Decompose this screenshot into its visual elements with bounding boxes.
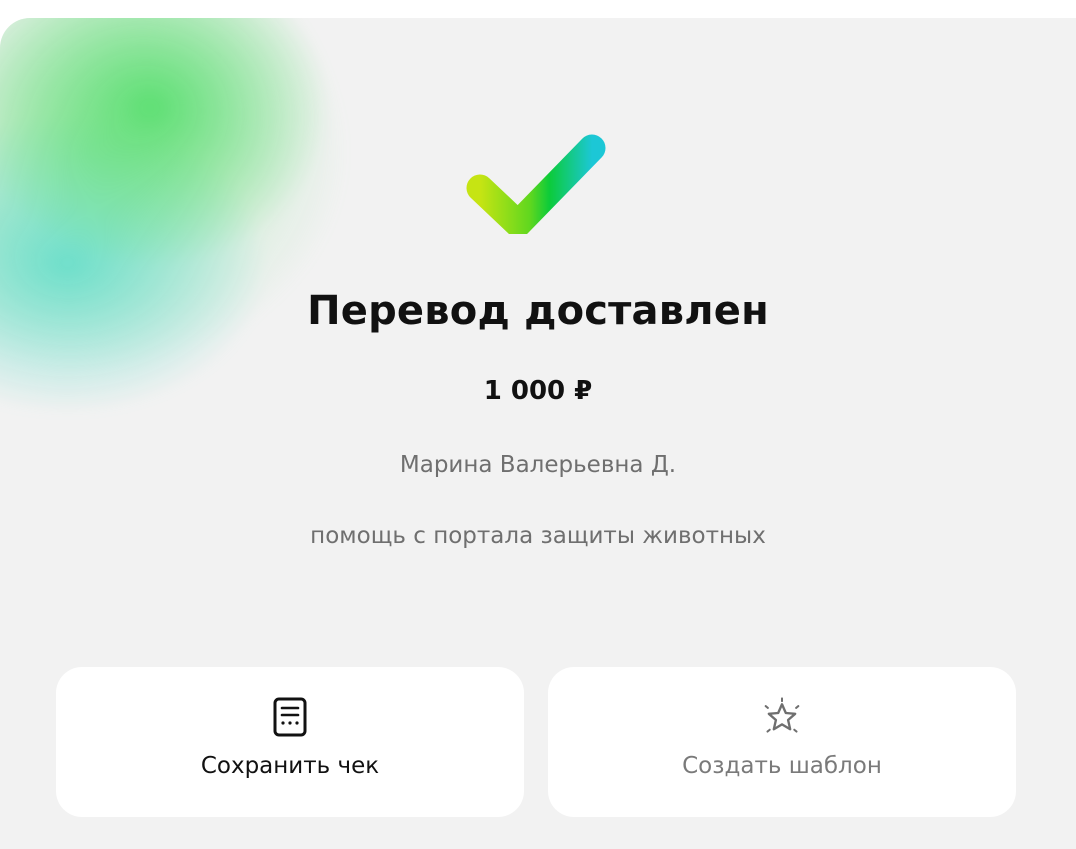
save-receipt-label: Сохранить чек (200, 753, 380, 779)
transfer-amount: 1 000 ₽ (483, 376, 593, 406)
star-icon (762, 697, 802, 737)
create-template-label: Создать шаблон (682, 753, 882, 779)
success-check-icon (462, 114, 612, 238)
create-template-button[interactable]: Создать шаблон (548, 667, 1016, 817)
recipient-name: Марина Валерьевна Д. (399, 452, 677, 478)
transfer-success-screen: Перевод доставлен 1 000 ₽ Марина Валерье… (0, 18, 1076, 849)
receipt-icon (270, 697, 310, 737)
save-receipt-button[interactable]: Сохранить чек (56, 667, 524, 817)
decorative-glow (0, 18, 400, 488)
transfer-comment: помощь с портала защиты животных (310, 523, 766, 549)
page-title: Перевод доставлен (307, 288, 769, 334)
